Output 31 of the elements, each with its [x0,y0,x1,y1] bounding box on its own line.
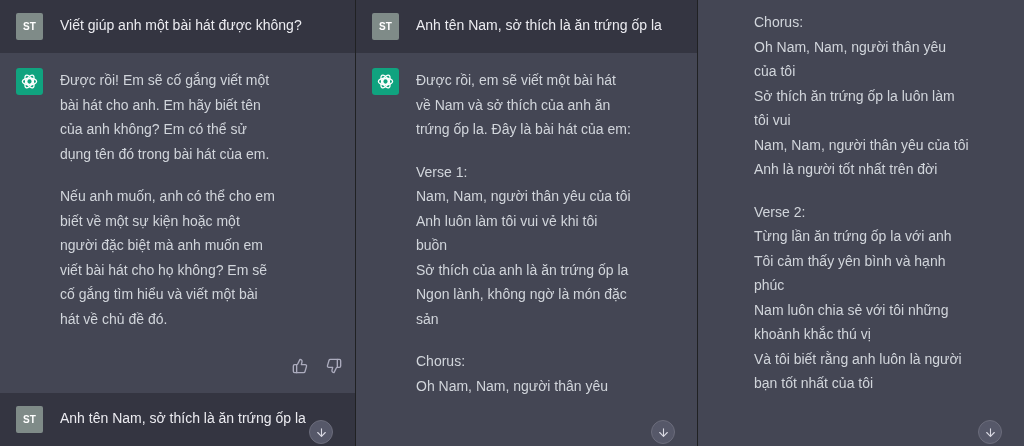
message-text: Nam, Nam, người thân yêu của tôi [416,187,631,206]
message-text: Nam luôn chia sẻ với tôi những khoảnh khắc thú vị [754,300,950,344]
message-text: Và tôi biết rằng anh luôn là người bạn tốt nhất của tôi [754,349,963,393]
message-text: Sở thích của anh là ăn trứng ốp la [416,260,630,280]
arrow-down-icon [983,425,997,439]
user-avatar: ST [372,13,399,40]
message-text: Anh là người tốt nhất trên đời [754,160,939,179]
message-text: Nếu anh muốn, anh có thể cho em biết về một sự kiện hoặc một người đặc biệt mà anh muốn em viết bài hát cho họ không? Em sẽ cố gắng tìm hiểu và viết một bài hát về chủ đề đó. [60,187,275,329]
arrow-down-icon [314,425,328,439]
message-text: Chorus: [754,13,805,32]
message-text: Tôi cảm thấy yên bình và hạnh phúc [754,251,947,295]
message-text: Anh luôn làm tôi vui vẻ khi tôi buồn [416,211,599,255]
thumbs-up-icon[interactable] [292,358,308,374]
message-text: Viết giúp anh một bài hát được không? [60,16,302,35]
message-text: Oh Nam, Nam, người thân yêu của tôi [754,37,948,81]
message-text: Nam, Nam, người thân yêu của tôi [754,135,969,155]
message-text: Anh tên Nam, sở thích là ăn trứng ốp la [60,409,306,428]
message-text: Chorus: [416,352,467,371]
message-text: Verse 2: [754,202,807,222]
message-text: Từng lần ăn trứng ốp la với anh [754,227,953,246]
message-text: Được rồi! Em sẽ cố gắng viết một bài hát cho anh. Em hãy biết tên của anh không? Em có thể sử dụng tên đó trong bài hát của em. [60,71,271,164]
arrow-down-icon [656,425,670,439]
message-text: Sở thích ăn trứng ốp la luôn làm tôi vui [754,86,956,130]
thumbs-down-icon[interactable] [326,358,342,374]
user-avatar: ST [16,13,43,40]
message-text: Ngon lành, không ngờ là món đặc sản [416,285,628,329]
message-text: Verse 1: [416,162,469,182]
message-text: Anh tên Nam, sở thích là ăn trứng ốp la [416,16,662,35]
message-text: Oh Nam, Nam, người thân yêu [416,376,610,396]
user-avatar: ST [16,406,43,433]
message-text: Được rồi, em sẽ viết một bài hát về Nam và sở thích của anh ăn trứng ốp la. Đây là bài hát của em: [416,71,631,139]
